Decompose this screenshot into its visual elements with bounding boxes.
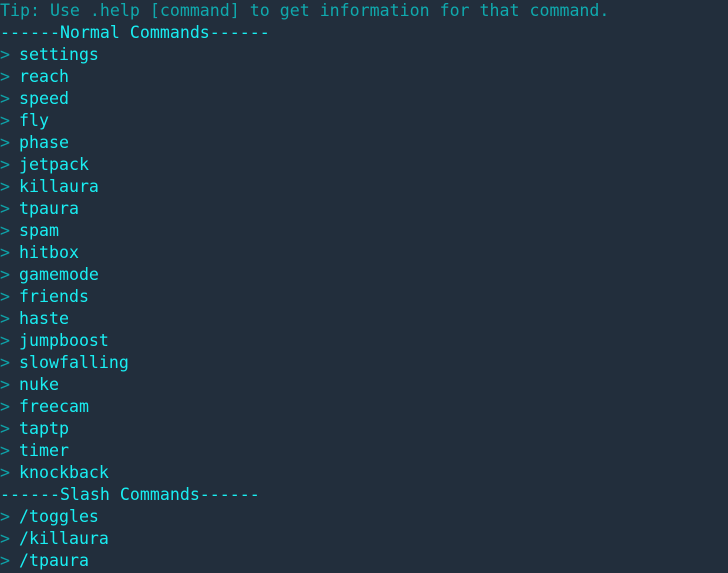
- command-list-item: > /toggles: [0, 506, 728, 528]
- command-list-item: > jumpboost: [0, 330, 728, 352]
- command-list-item: > tpaura: [0, 198, 728, 220]
- section-slash-commands: ------Slash Commands------ > /toggles > /ki…: [0, 484, 728, 572]
- chevron-right-icon: >: [0, 243, 10, 262]
- command-name: nuke: [19, 375, 59, 394]
- command-list-item: > hitbox: [0, 242, 728, 264]
- command-name: gamemode: [19, 265, 99, 284]
- command-name: timer: [19, 441, 69, 460]
- chevron-right-icon: >: [0, 551, 10, 570]
- command-name: /toggles: [19, 507, 99, 526]
- command-list-item: > timer: [0, 440, 728, 462]
- chevron-right-icon: >: [0, 397, 10, 416]
- command-name: phase: [19, 133, 69, 152]
- command-name: freecam: [19, 397, 89, 416]
- command-list-item: > killaura: [0, 176, 728, 198]
- chevron-right-icon: >: [0, 45, 10, 64]
- chevron-right-icon: >: [0, 441, 10, 460]
- command-name: reach: [19, 67, 69, 86]
- chevron-right-icon: >: [0, 221, 10, 240]
- chevron-right-icon: >: [0, 111, 10, 130]
- command-name: fly: [19, 111, 49, 130]
- command-name: hitbox: [19, 243, 79, 262]
- section-header-normal: ------Normal Commands------: [0, 23, 270, 42]
- command-name: jumpboost: [19, 331, 109, 350]
- command-name: settings: [19, 45, 99, 64]
- chevron-right-icon: >: [0, 155, 10, 174]
- chevron-right-icon: >: [0, 133, 10, 152]
- normal-command-list: > settings > reach > speed > fly > phase > jetpack >…: [0, 44, 728, 484]
- chevron-right-icon: >: [0, 507, 10, 526]
- command-name: /tpaura: [19, 551, 89, 570]
- command-name: knockback: [19, 463, 109, 482]
- command-name: friends: [19, 287, 89, 306]
- chevron-right-icon: >: [0, 463, 10, 482]
- command-list-item: > speed: [0, 88, 728, 110]
- chevron-right-icon: >: [0, 529, 10, 548]
- command-list-item: > jetpack: [0, 154, 728, 176]
- command-list-item: > gamemode: [0, 264, 728, 286]
- command-name: killaura: [19, 177, 99, 196]
- command-list-item: > phase: [0, 132, 728, 154]
- slash-command-list: > /toggles > /killaura > /tpaura: [0, 506, 728, 572]
- command-list-item: > taptp: [0, 418, 728, 440]
- chevron-right-icon: >: [0, 375, 10, 394]
- tip-text: Tip: Use .help [command] to get informat…: [0, 1, 610, 20]
- command-name: taptp: [19, 419, 69, 438]
- command-list-item: > slowfalling: [0, 352, 728, 374]
- command-name: tpaura: [19, 199, 79, 218]
- command-list-item: > spam: [0, 220, 728, 242]
- chevron-right-icon: >: [0, 353, 10, 372]
- chevron-right-icon: >: [0, 89, 10, 108]
- command-name: speed: [19, 89, 69, 108]
- command-list-item: > friends: [0, 286, 728, 308]
- chevron-right-icon: >: [0, 199, 10, 218]
- command-list-item: > haste: [0, 308, 728, 330]
- command-list-item: > freecam: [0, 396, 728, 418]
- command-list-item: > /killaura: [0, 528, 728, 550]
- chevron-right-icon: >: [0, 265, 10, 284]
- command-help-console: Tip: Use .help [command] to get informat…: [0, 0, 728, 572]
- command-list-item: > reach: [0, 66, 728, 88]
- chevron-right-icon: >: [0, 331, 10, 350]
- command-name: spam: [19, 221, 59, 240]
- command-list-item: > fly: [0, 110, 728, 132]
- command-name: jetpack: [19, 155, 89, 174]
- command-list-item: > nuke: [0, 374, 728, 396]
- command-name: /killaura: [19, 529, 109, 548]
- command-list-item: > knockback: [0, 462, 728, 484]
- command-list-item: > /tpaura: [0, 550, 728, 572]
- command-name: haste: [19, 309, 69, 328]
- command-name: slowfalling: [19, 353, 129, 372]
- chevron-right-icon: >: [0, 67, 10, 86]
- chevron-right-icon: >: [0, 287, 10, 306]
- chevron-right-icon: >: [0, 309, 10, 328]
- chevron-right-icon: >: [0, 419, 10, 438]
- command-list-item: > settings: [0, 44, 728, 66]
- chevron-right-icon: >: [0, 177, 10, 196]
- section-header-slash: ------Slash Commands------: [0, 485, 260, 504]
- section-normal-commands: ------Normal Commands------ > settings > re…: [0, 22, 728, 484]
